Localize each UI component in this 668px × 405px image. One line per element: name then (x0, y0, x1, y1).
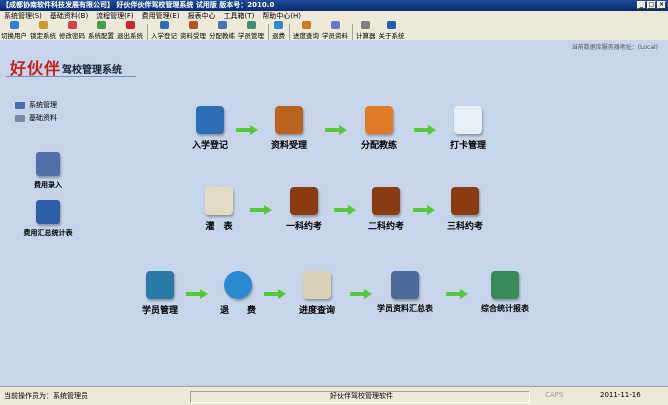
toolbar-refund[interactable]: 退费 (271, 21, 286, 40)
toolbar-assign-coach[interactable]: 分配教练 (208, 21, 236, 40)
flow-exam-subject-3[interactable]: 三科约考 (430, 187, 500, 232)
server-address: 当前数据库服务器地址：(Local) (571, 44, 658, 51)
flow-refund[interactable]: 退 费 (203, 271, 273, 316)
flow-arrow-icon (334, 205, 356, 215)
fee-entry-icon (36, 152, 60, 176)
menu-flow[interactable]: 流程管理(F) (92, 11, 138, 21)
settings-icon (96, 21, 106, 29)
toolbar-change-password[interactable]: 修改密码 (58, 21, 86, 40)
flow-arrow-icon (413, 205, 435, 215)
book-icon (275, 106, 303, 134)
toolbar-document-intake[interactable]: 资料受理 (179, 21, 207, 40)
toolbar-exit[interactable]: 退出系统 (116, 21, 144, 40)
flow-student-management[interactable]: 学员管理 (125, 271, 195, 316)
refund-icon (274, 21, 283, 29)
status-caps: CAPS (545, 391, 564, 399)
toolbar-progress-query[interactable]: 进度查询 (292, 21, 320, 40)
flow-progress-query[interactable]: 进度查询 (282, 271, 352, 316)
menu-tools[interactable]: 工具箱(T) (220, 11, 259, 21)
window-title: 【成都协南软件科技发展有限公司】 好伙伴伙伴驾校管理系统 试用版 版本号：201… (2, 1, 275, 9)
search-icon (301, 21, 311, 29)
sidebar-item-basic-data[interactable]: 基础资料 (15, 113, 57, 123)
menu-basic-data[interactable]: 基础资料(B) (46, 11, 92, 21)
students-icon (146, 271, 174, 299)
flow-arrow-icon (236, 125, 258, 135)
menu-fees[interactable]: 费用管理(E) (138, 11, 184, 21)
close-button[interactable]: × (657, 1, 666, 9)
flow-exam-subject-1[interactable]: 一科约考 (269, 187, 339, 232)
clipboard-icon (196, 106, 224, 134)
status-date: 2011-11-16 (600, 391, 641, 399)
menu-system[interactable]: 系统管理(S) (0, 11, 46, 21)
students-icon (246, 21, 256, 29)
toolbar-enrollment[interactable]: 入学登记 (150, 21, 178, 40)
toolbar-switch-user[interactable]: 切换用户 (0, 21, 28, 40)
calendar-icon (454, 106, 482, 134)
toolbar: 切换用户 锁定系统 修改密码 系统配置 退出系统 入学登记 资料受理 分配教练 … (0, 21, 668, 41)
exam-book-icon (372, 187, 400, 215)
flow-arrow-icon (250, 205, 272, 215)
flow-document-intake[interactable]: 资料受理 (254, 106, 324, 151)
brand-subtitle: 驾校管理系统 (62, 65, 122, 76)
shortcut-fee-summary[interactable]: 费用汇总统计表 (13, 200, 83, 238)
shortcut-fee-entry[interactable]: 费用录入 (13, 152, 83, 190)
flow-arrow-icon (186, 289, 208, 299)
coach-icon (365, 106, 393, 134)
toolbar-calculator[interactable]: 计算器 (355, 21, 377, 40)
toolbar-lock-system[interactable]: 锁定系统 (29, 21, 57, 40)
flow-exam-subject-2[interactable]: 二科约考 (351, 187, 421, 232)
menu-bar: 系统管理(S) 基础资料(B) 流程管理(F) 费用管理(E) 报表中心 工具箱… (0, 11, 668, 21)
search-icon (303, 271, 331, 299)
status-operator: 当前操作员为：系统管理员 (4, 392, 88, 400)
toolbar-separator (268, 24, 269, 40)
lock-icon (38, 21, 48, 29)
info-icon (387, 21, 396, 29)
minimize-button[interactable]: _ (637, 1, 646, 9)
report-icon (391, 271, 419, 299)
toolbar-separator (289, 24, 290, 40)
refund-icon (224, 271, 252, 299)
clipboard-icon (159, 21, 169, 29)
flow-arrow-icon (325, 125, 347, 135)
toolbar-student-management[interactable]: 学员管理 (237, 21, 265, 40)
book-icon (188, 21, 198, 29)
menu-help[interactable]: 帮助中心(H) (258, 11, 305, 21)
flow-assign-coach[interactable]: 分配教练 (344, 106, 414, 151)
monitor-icon (36, 200, 60, 224)
flow-attendance[interactable]: 打卡管理 (433, 106, 503, 151)
brand-divider (6, 76, 136, 77)
flow-statistics-report[interactable]: 综合统计报表 (470, 271, 540, 314)
window-titlebar: 【成都协南软件科技发展有限公司】 好伙伴伙伴驾校管理系统 试用版 版本号：201… (0, 0, 668, 11)
main-workspace: 当前数据库服务器地址：(Local) 好伙伴 驾校管理系统 系统管理 基础资料 … (0, 40, 668, 386)
maximize-button[interactable]: □ (647, 1, 656, 9)
menu-reports[interactable]: 报表中心 (184, 11, 220, 21)
toolbar-separator (147, 24, 148, 40)
exam-book-icon (451, 187, 479, 215)
sidebar-item-system[interactable]: 系统管理 (15, 100, 57, 110)
status-app-name: 好伙伴驾校管理软件 (330, 392, 393, 400)
flow-arrow-icon (264, 289, 286, 299)
flow-fill-form[interactable]: 灌 表 (184, 187, 254, 232)
folder-icon (15, 114, 25, 122)
form-icon (205, 187, 233, 215)
toolbar-student-data[interactable]: 学员资料 (321, 21, 349, 40)
flow-enrollment[interactable]: 入学登记 (175, 106, 245, 151)
flow-arrow-icon (350, 289, 372, 299)
flow-arrow-icon (446, 289, 468, 299)
document-icon (330, 21, 340, 29)
system-icon (15, 101, 25, 109)
toolbar-system-config[interactable]: 系统配置 (87, 21, 115, 40)
chart-report-icon (491, 271, 519, 299)
user-switch-icon (9, 21, 19, 29)
exam-book-icon (290, 187, 318, 215)
status-bar: 当前操作员为：系统管理员 好伙伴驾校管理软件 CAPS 2011-11-16 (0, 386, 668, 405)
toolbar-separator (352, 24, 353, 40)
toolbar-about[interactable]: 关于系统 (378, 21, 406, 40)
calculator-icon (361, 21, 371, 29)
flow-arrow-icon (414, 125, 436, 135)
flow-student-summary[interactable]: 学员资料汇总表 (370, 271, 440, 314)
key-icon (67, 21, 77, 29)
coach-icon (217, 21, 227, 29)
exit-icon (125, 21, 135, 29)
